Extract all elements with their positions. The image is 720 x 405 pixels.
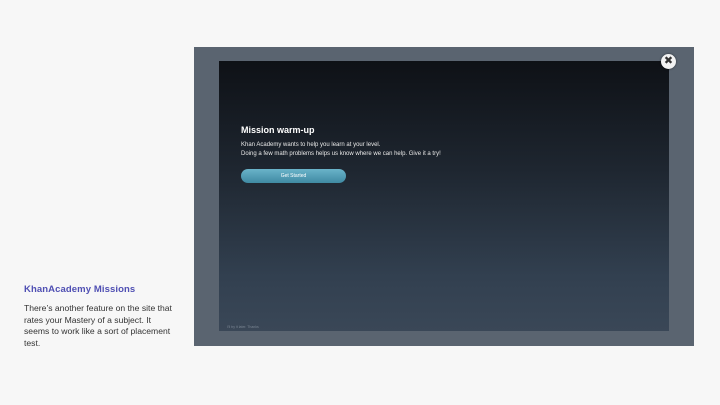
modal-heading: Mission warm-up [241,125,315,135]
caption: KhanAcademy Missions There’s another fea… [24,284,174,349]
slide: KhanAcademy Missions There’s another fea… [0,0,720,405]
modal-line-2: Doing a few math problems helps us know … [241,151,441,157]
try-later-link[interactable]: I'll try it later. Thanks [227,325,259,329]
modal-line-1: Khan Academy wants to help you learn at … [241,142,381,148]
caption-body: There’s another feature on the site that… [24,303,172,348]
modal-description: Khan Academy wants to help you learn at … [241,141,441,159]
get-started-button[interactable]: Get Started [241,169,346,183]
close-icon[interactable]: ✖ [661,54,676,69]
mission-modal: Mission warm-up Khan Academy wants to he… [219,61,669,331]
embedded-screenshot: Mission warm-up Khan Academy wants to he… [194,47,694,346]
caption-title: KhanAcademy Missions [24,284,136,295]
